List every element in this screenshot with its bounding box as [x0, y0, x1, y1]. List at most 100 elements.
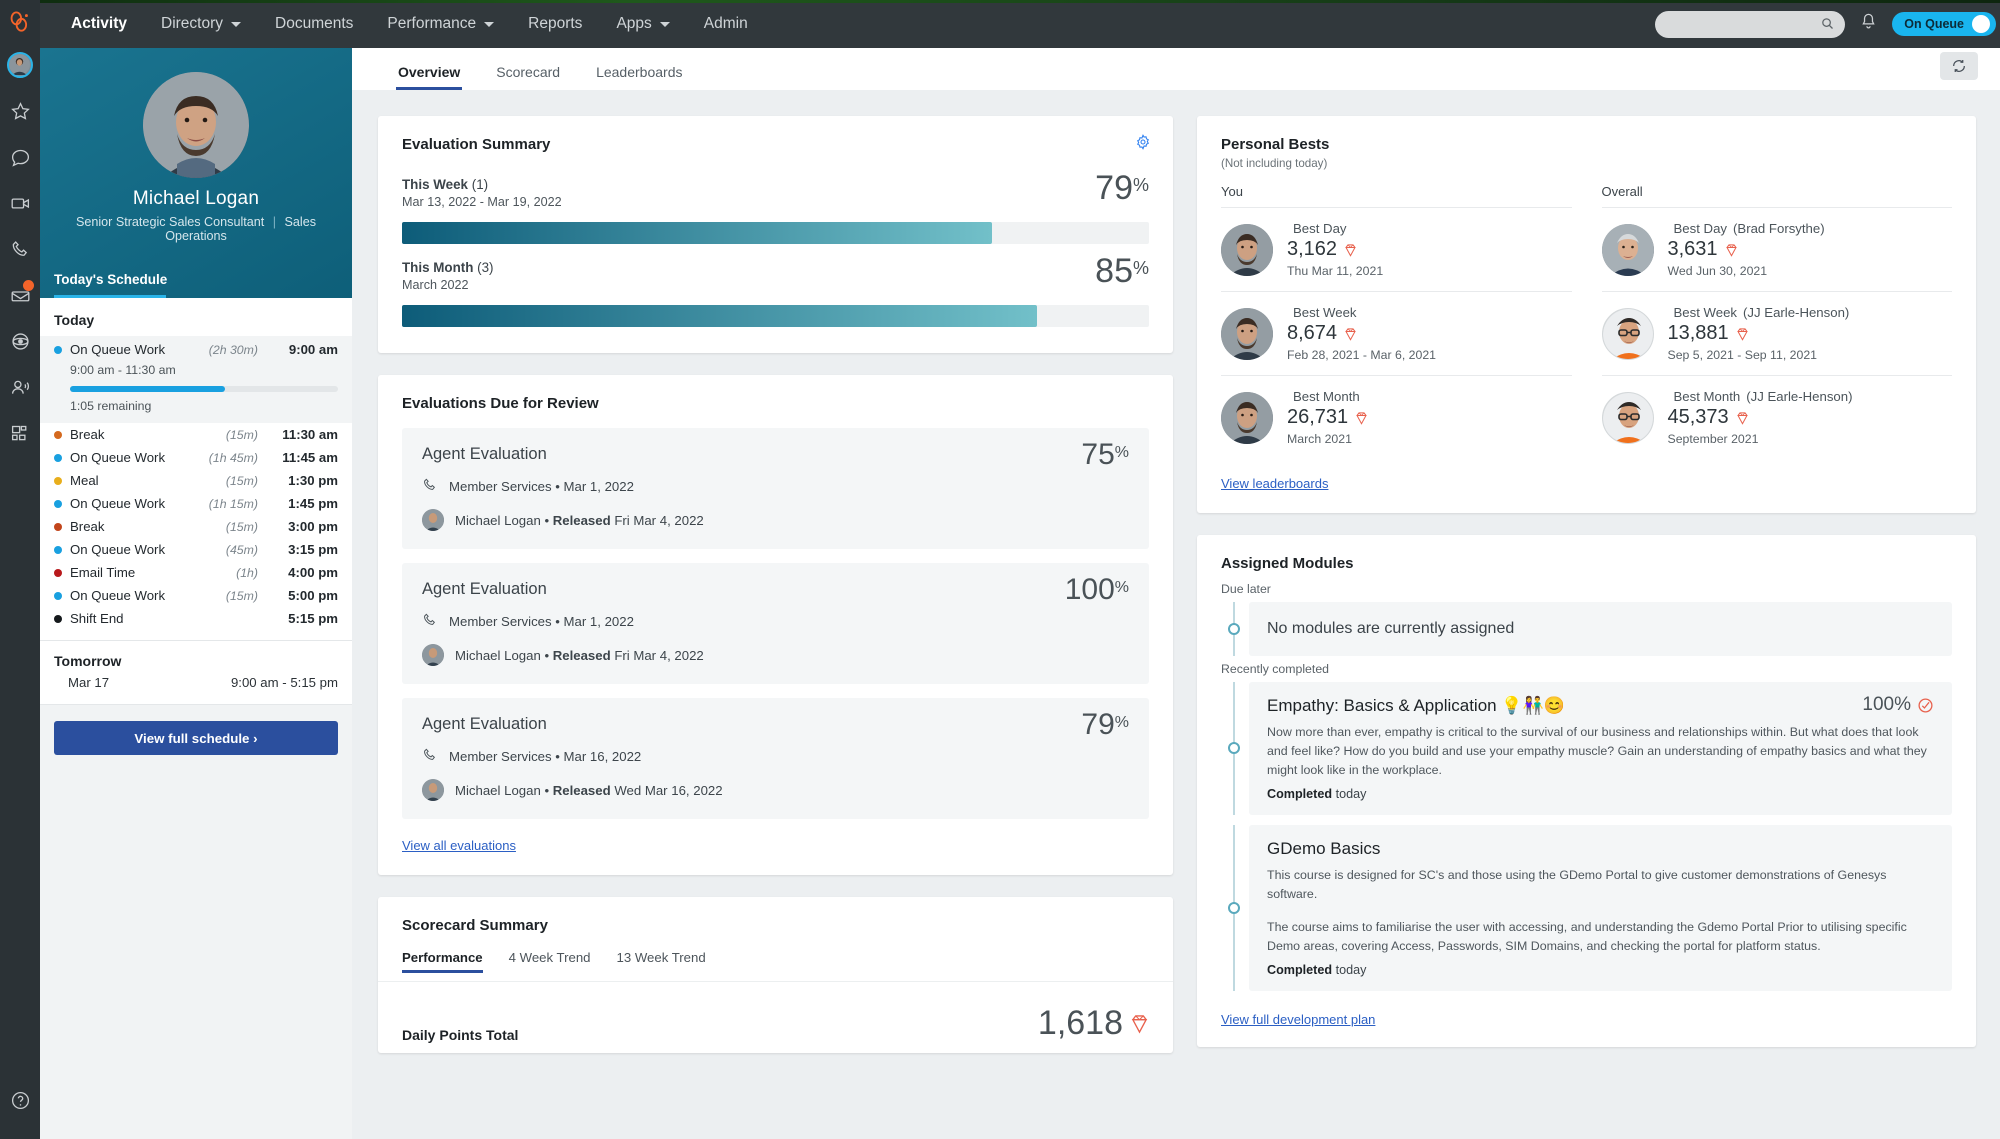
schedule-row[interactable]: On Queue Work (1h 45m) 11:45 am: [40, 446, 352, 469]
tab-label: 4 Week Trend: [508, 950, 591, 965]
personal-best-label: Best Week (JJ Earle-Henson): [1668, 305, 1850, 320]
avatar: [1601, 223, 1654, 276]
activity-time: 1:45 pm: [288, 496, 338, 511]
view-full-schedule-button[interactable]: View full schedule ›: [54, 721, 338, 755]
value: 85: [1095, 252, 1133, 290]
personal-best-value: 3,631: [1668, 238, 1825, 261]
schedule-row[interactable]: Break (15m) 3:00 pm: [40, 515, 352, 538]
gear-icon[interactable]: [1135, 134, 1151, 154]
schedule-row[interactable]: Meal (15m) 1:30 pm: [40, 469, 352, 492]
nav-item-documents[interactable]: Documents: [258, 0, 370, 48]
recently-completed-label: Recently completed: [1221, 662, 1329, 676]
value-text: 3,631: [1667, 238, 1718, 260]
activity-duration: (45m): [225, 542, 258, 557]
schedule-row: On Queue Work (2h 30m) 9:00 am: [54, 338, 338, 361]
activity-label: On Queue Work: [70, 496, 166, 511]
schedule-rows: Break (15m) 11:30 am On Queue Work (1h 45m) 1…: [40, 423, 352, 640]
schedule-row[interactable]: Break (15m) 11:30 am: [40, 423, 352, 446]
voicemail-icon[interactable]: [0, 272, 40, 318]
schedule-row[interactable]: Shift End 5:15 pm: [40, 607, 352, 630]
tab-scorecard[interactable]: Scorecard: [478, 64, 578, 90]
activity-time: 9:00 am: [288, 342, 338, 357]
evaluation-month-track: [402, 305, 1149, 327]
schedule-row[interactable]: On Queue Work (1h 15m) 1:45 pm: [40, 492, 352, 515]
profile-avatar-rail[interactable]: [0, 42, 40, 88]
search-input[interactable]: [1655, 11, 1816, 37]
schedule-row[interactable]: On Queue Work (45m) 3:15 pm: [40, 538, 352, 561]
module-item[interactable]: Empathy: Basics & Application 💡👫😊 100% Now…: [1221, 682, 1952, 815]
agent-assist-icon[interactable]: [0, 364, 40, 410]
evaluation-week-track: [402, 222, 1149, 244]
interactions-icon[interactable]: [0, 318, 40, 364]
chat-icon[interactable]: [0, 134, 40, 180]
help-icon[interactable]: [0, 1077, 40, 1123]
refresh-button[interactable]: [1940, 52, 1978, 80]
search-box[interactable]: [1655, 10, 1846, 38]
tomorrow-range: 9:00 am - 5:15 pm: [230, 675, 338, 690]
nav-item-apps[interactable]: Apps: [599, 0, 686, 48]
schedule-row[interactable]: Email Time (1h) 4:00 pm: [40, 561, 352, 584]
activity-label: On Queue Work: [70, 342, 166, 357]
assigned-modules-card: Assigned Modules Due later No modules ar…: [1197, 535, 1976, 1047]
genesys-logo-icon[interactable]: [0, 2, 40, 42]
nav-item-admin[interactable]: Admin: [687, 0, 765, 48]
todays-schedule-tab[interactable]: Today's Schedule: [40, 271, 352, 298]
activity-remaining: 1:05 remaining: [70, 399, 152, 413]
view-leaderboards-row: View leaderboards: [1197, 475, 1976, 513]
activity-dot-icon: [54, 591, 62, 600]
view-all-evaluations-link[interactable]: View all evaluations: [402, 838, 516, 853]
content-area: Overview Scorecard Leaderboards Evaluati…: [352, 48, 2000, 1139]
percent-sign: %: [1114, 714, 1129, 731]
pane-right: Personal Bests (Not including today) You…: [1197, 116, 1976, 1075]
nav-item-directory[interactable]: Directory: [144, 0, 258, 48]
card-title: Scorecard Summary: [402, 917, 548, 934]
activity-label: On Queue Work: [70, 588, 166, 603]
activity-progress-track: [70, 386, 338, 392]
video-icon[interactable]: [0, 180, 40, 226]
activity-duration: (1h 45m): [208, 450, 258, 465]
scorecard-tab-4-week-trend[interactable]: 4 Week Trend: [509, 950, 591, 973]
personal-best-row: Best Week (JJ Earle-Henson) 13,881 Sep 5, 2…: [1601, 291, 1952, 375]
evaluation-released-date: Fri Mar 4, 2022: [610, 512, 704, 528]
module-item[interactable]: GDemo Basics This course is designed for …: [1221, 824, 1952, 991]
personal-best-label: Best Day (Brad Forsythe): [1668, 221, 1825, 236]
timeline-node-icon: [1228, 901, 1240, 914]
personal-best-label: Best Month (JJ Earle-Henson): [1668, 389, 1853, 404]
evaluation-item[interactable]: Agent Evaluation 75% Member Services • Mar…: [402, 428, 1149, 549]
owner-name: (Brad Forsythe): [1733, 221, 1825, 236]
tab-overview[interactable]: Overview: [380, 64, 478, 90]
module-progress: 100%: [1862, 694, 1934, 716]
apps-grid-icon[interactable]: [0, 410, 40, 456]
activity-time: 3:15 pm: [288, 542, 338, 557]
notifications-bell-icon[interactable]: [1859, 12, 1878, 36]
activity-dot-icon: [54, 430, 62, 439]
view-full-development-plan-link[interactable]: View full development plan: [1221, 1012, 1375, 1027]
nav-item-activity[interactable]: Activity: [54, 0, 144, 48]
label-text: Best Month: [1293, 389, 1360, 404]
profile-avatar[interactable]: [143, 72, 249, 178]
screen-share-indicator: [40, 0, 2000, 3]
activity-dot-icon: [54, 453, 62, 462]
personal-best-value: 8,674: [1287, 322, 1436, 345]
nav-item-performance[interactable]: Performance: [370, 0, 511, 48]
nav-item-reports[interactable]: Reports: [511, 0, 599, 48]
assigned-modules-header: Assigned Modules: [1197, 535, 1976, 576]
star-icon[interactable]: [0, 88, 40, 134]
activity-time: 5:15 pm: [288, 611, 338, 626]
scorecard-tab-performance[interactable]: Performance: [402, 950, 483, 973]
phone-icon[interactable]: [0, 226, 40, 272]
schedule-row[interactable]: On Queue Work (15m) 5:00 pm: [40, 584, 352, 607]
schedule-active-item[interactable]: On Queue Work (2h 30m) 9:00 am 9:00 am -…: [40, 336, 352, 423]
personal-best-row: Best Week 8,674 Feb 28, 2021 - Mar 6, 2021: [1221, 291, 1572, 375]
avatar: [1221, 307, 1273, 360]
scorecard-tab-13-week-trend[interactable]: 13 Week Trend: [617, 950, 706, 973]
tab-leaderboards[interactable]: Leaderboards: [578, 64, 700, 90]
evaluation-item[interactable]: Agent Evaluation 100% Member Services • Ma…: [402, 563, 1149, 684]
evaluation-item[interactable]: Agent Evaluation 79% Member Services • Mar…: [402, 698, 1149, 819]
personal-best-info: Best Week 8,674 Feb 28, 2021 - Mar 6, 2021: [1287, 305, 1436, 362]
module-description-2: The course aims to familiarise the user …: [1267, 920, 1907, 954]
chevron-down-icon: [659, 21, 670, 27]
status-toggle-on-queue[interactable]: On Queue: [1892, 12, 1996, 36]
view-leaderboards-link[interactable]: View leaderboards: [1221, 476, 1328, 491]
module-status: Completed today: [1267, 787, 1934, 801]
